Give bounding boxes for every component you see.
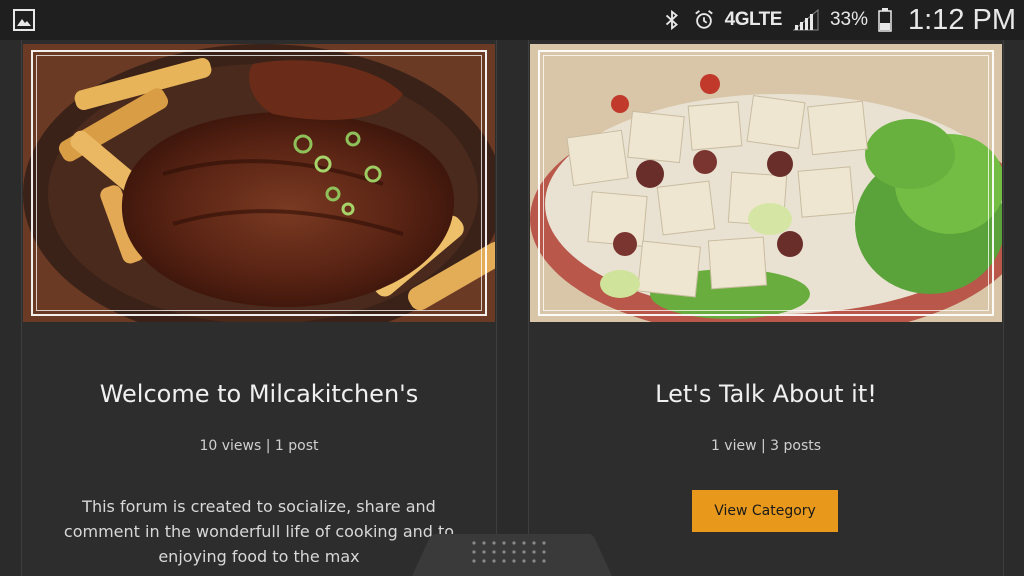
category-card-lets-talk[interactable]: Let's Talk About it! 1 view | 3 posts Vi… xyxy=(528,40,1004,576)
category-card-welcome[interactable]: Welcome to Milcakitchen's 10 views | 1 p… xyxy=(21,40,497,576)
card-title[interactable]: Let's Talk About it! xyxy=(529,380,1003,408)
alarm-icon xyxy=(694,10,713,29)
status-bar: 4GLTE 33% 1:12 PM xyxy=(0,0,1024,40)
battery-percentage: 33% xyxy=(829,9,868,30)
view-category-button[interactable]: View Category xyxy=(692,490,838,532)
steak-fries-image xyxy=(23,44,495,322)
card-stats: 1 view | 3 posts xyxy=(710,438,822,454)
bluetooth-icon xyxy=(665,9,678,31)
card-stats: 10 views | 1 post xyxy=(199,438,319,454)
card-title[interactable]: Welcome to Milcakitchen's xyxy=(22,380,496,408)
drawer-handle-icon[interactable] xyxy=(412,534,612,576)
chicken-salad-image xyxy=(530,44,1002,322)
signal-strength-icon xyxy=(792,9,819,31)
battery-icon xyxy=(878,8,892,32)
clock: 1:12 PM xyxy=(908,3,1016,36)
network-type: 4GLTE xyxy=(724,9,783,30)
gallery-notification-icon xyxy=(13,9,35,31)
card-description: This forum is created to socialize, shar… xyxy=(63,497,455,566)
